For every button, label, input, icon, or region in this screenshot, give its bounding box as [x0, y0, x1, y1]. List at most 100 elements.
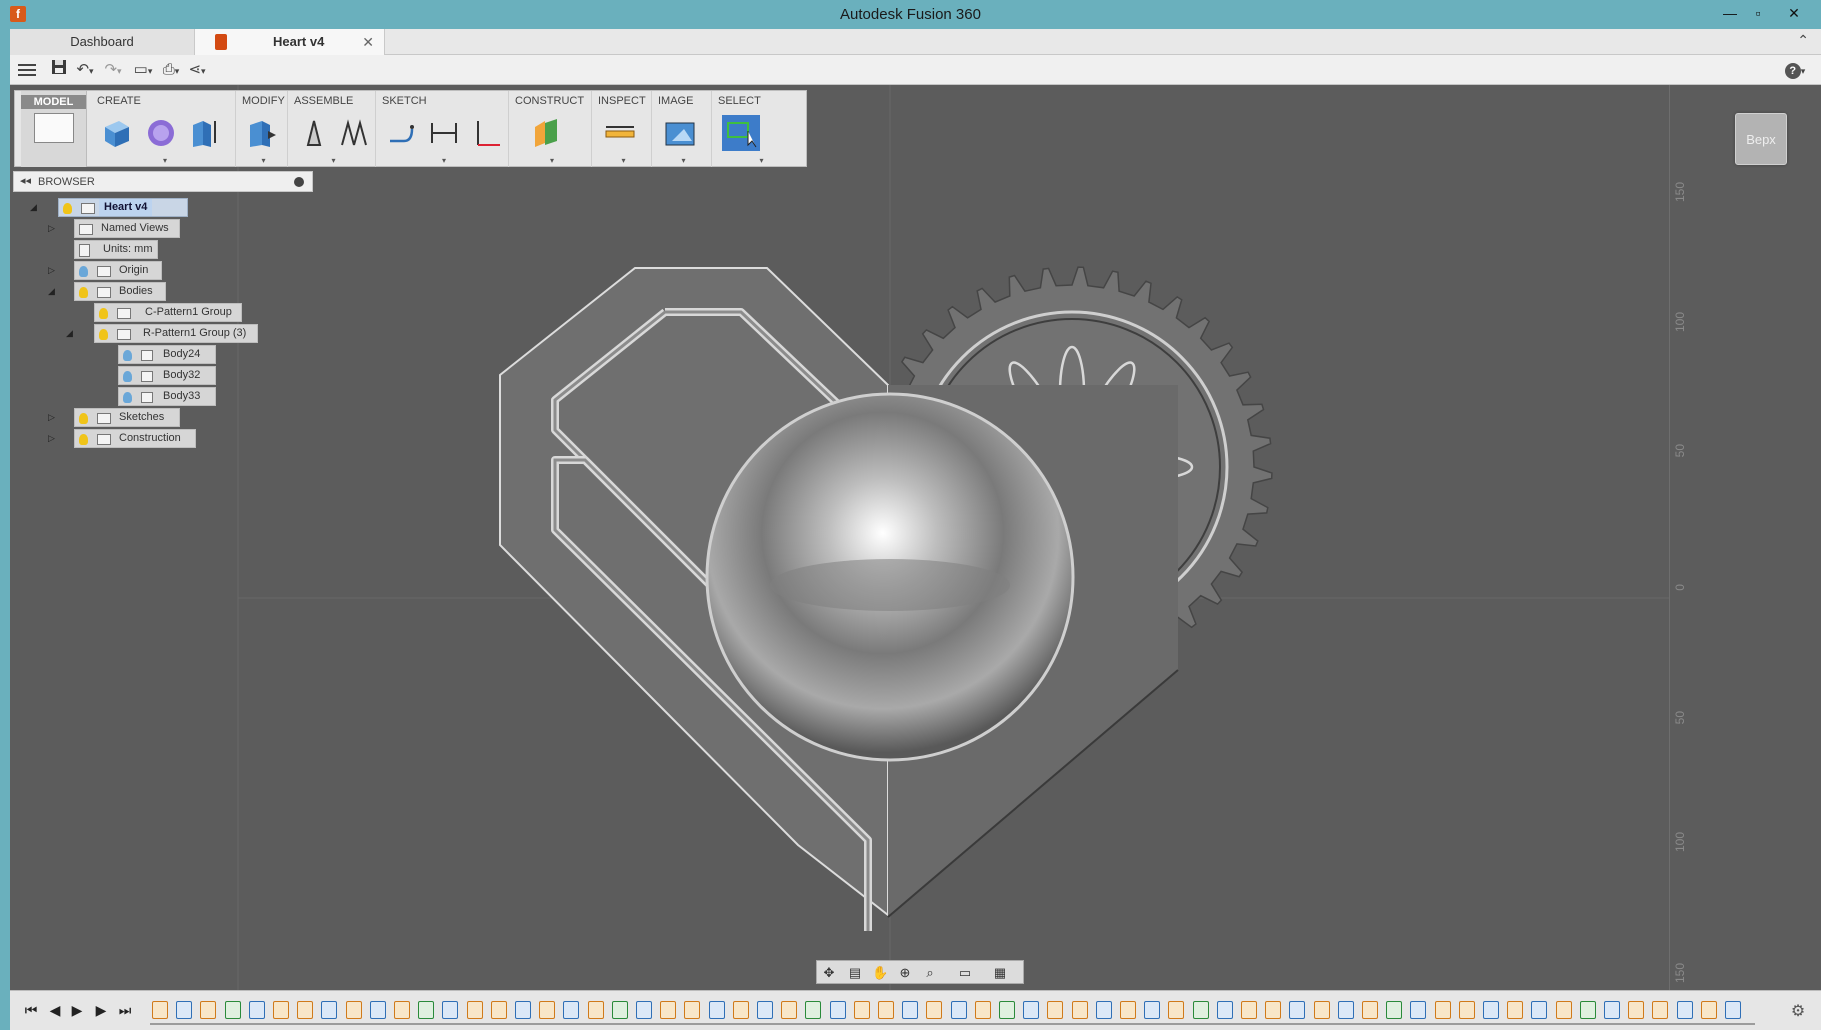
- timeline-feature[interactable]: [611, 1001, 628, 1019]
- help-icon[interactable]: ? ▾: [1784, 59, 1806, 81]
- timeline-feature[interactable]: [1241, 1001, 1257, 1019]
- timeline-feature[interactable]: [1458, 1001, 1475, 1019]
- tree-node-heart-v4[interactable]: ◢ Heart v4: [30, 197, 190, 217]
- inspect-dropdown-icon[interactable]: ▾: [622, 156, 626, 165]
- workspace-switcher[interactable]: MODEL: [21, 91, 87, 167]
- construct-dropdown-icon[interactable]: ▾: [550, 156, 554, 165]
- timeline-feature[interactable]: [466, 1001, 483, 1019]
- press-pull-icon[interactable]: [246, 117, 278, 149]
- timeline-feature[interactable]: [1071, 1001, 1088, 1019]
- select-icon[interactable]: [722, 115, 760, 151]
- inspect-group[interactable]: INSPECT ▾: [592, 91, 652, 167]
- timeline-feature[interactable]: [926, 1001, 943, 1019]
- timeline-feature[interactable]: [345, 1001, 362, 1019]
- timeline-feature[interactable]: [878, 1001, 894, 1019]
- fit-icon[interactable]: ⌕: [922, 965, 938, 981]
- tree-node-c-pattern1-group[interactable]: C-Pattern1 Group: [82, 302, 242, 322]
- share-icon[interactable]: ⋖▾: [186, 59, 208, 81]
- close-window-button[interactable]: ✕: [1780, 2, 1808, 24]
- tree-node-body32[interactable]: Body32: [110, 365, 220, 385]
- timeline-feature[interactable]: [708, 1001, 725, 1019]
- sketch-constraint-icon[interactable]: [470, 117, 502, 149]
- timeline-feature[interactable]: [684, 1001, 701, 1019]
- assemble-group[interactable]: ASSEMBLE ▾: [288, 91, 376, 167]
- as-built-joint-icon[interactable]: [338, 117, 370, 149]
- timeline-feature[interactable]: [490, 1001, 507, 1019]
- timeline-feature[interactable]: [974, 1001, 991, 1019]
- create-dropdown-icon[interactable]: ▾: [163, 156, 167, 165]
- close-tab-icon[interactable]: ✕: [362, 29, 374, 55]
- select-group[interactable]: SELECT ▾: [712, 91, 807, 167]
- collapse-arrow-icon[interactable]: ◢: [66, 328, 76, 338]
- visibility-bulb-icon[interactable]: [79, 266, 88, 277]
- file-menu-icon[interactable]: ⎙▾: [160, 59, 182, 81]
- timeline-feature[interactable]: [176, 1001, 193, 1019]
- tree-node-body24[interactable]: Body24: [110, 344, 220, 364]
- dimension-icon[interactable]: [428, 117, 460, 149]
- view-cube[interactable]: Верх: [1735, 113, 1787, 165]
- timeline-feature[interactable]: [1265, 1001, 1282, 1019]
- step-back-icon[interactable]: ◀: [46, 1001, 64, 1019]
- timeline-feature[interactable]: [587, 1001, 604, 1019]
- undo-icon[interactable]: ↶▾: [74, 59, 96, 81]
- save-icon[interactable]: [48, 59, 70, 81]
- tree-node-bodies[interactable]: ◢ Bodies: [48, 281, 208, 301]
- timeline-feature[interactable]: [660, 1001, 677, 1019]
- tree-node-body33[interactable]: Body33: [110, 386, 220, 406]
- data-panel-menu-icon[interactable]: [18, 61, 36, 77]
- timeline-feature[interactable]: [1628, 1001, 1645, 1019]
- zoom-icon[interactable]: ⊕: [897, 965, 913, 981]
- tab-heart-v4[interactable]: Heart v4 ✕: [195, 29, 385, 55]
- timeline-feature[interactable]: [1700, 1001, 1717, 1019]
- expand-arrow-icon[interactable]: ▷: [48, 223, 58, 233]
- play-icon[interactable]: ▶: [68, 1001, 86, 1019]
- visibility-bulb-icon[interactable]: [79, 287, 88, 298]
- timeline-feature[interactable]: [539, 1001, 556, 1019]
- redo-icon[interactable]: ↷▾: [102, 59, 124, 81]
- construct-group[interactable]: CONSTRUCT ▾: [509, 91, 592, 167]
- expand-arrow-icon[interactable]: ▷: [48, 433, 58, 443]
- offset-plane-icon[interactable]: [531, 117, 563, 149]
- display-settings-icon[interactable]: ▭: [957, 965, 973, 981]
- visibility-bulb-icon[interactable]: [79, 413, 88, 424]
- expand-arrow-icon[interactable]: ▷: [48, 412, 58, 422]
- capture-image-icon[interactable]: [664, 117, 696, 149]
- timeline-feature[interactable]: [515, 1001, 531, 1019]
- timeline-feature[interactable]: [563, 1001, 580, 1019]
- measure-icon[interactable]: [604, 117, 636, 149]
- timeline-feature[interactable]: [805, 1001, 822, 1019]
- tree-node-origin[interactable]: ▷ Origin: [48, 260, 208, 280]
- collapse-browser-icon[interactable]: ◂◂: [20, 174, 31, 187]
- tree-node-named-views[interactable]: ▷ Named Views: [48, 218, 208, 238]
- pan-icon[interactable]: ✋: [872, 965, 888, 981]
- model-scene[interactable]: [10, 85, 1821, 990]
- timeline-feature[interactable]: [1725, 1001, 1741, 1019]
- timeline-feature[interactable]: [1047, 1001, 1064, 1019]
- timeline-feature[interactable]: [224, 1001, 241, 1019]
- joint-icon[interactable]: [298, 117, 330, 149]
- timeline-feature[interactable]: [1676, 1001, 1693, 1019]
- timeline-feature[interactable]: [1410, 1001, 1427, 1019]
- maximize-button[interactable]: ▫: [1744, 2, 1772, 24]
- go-to-end-icon[interactable]: ⏭: [116, 1001, 134, 1019]
- visibility-bulb-icon[interactable]: [123, 350, 132, 361]
- timeline-feature[interactable]: [394, 1001, 410, 1019]
- timeline-feature[interactable]: [1652, 1001, 1669, 1019]
- modify-dropdown-icon[interactable]: ▾: [262, 156, 266, 165]
- select-dropdown-icon[interactable]: ▾: [760, 156, 764, 165]
- visibility-bulb-icon[interactable]: [123, 392, 132, 403]
- timeline-feature[interactable]: [321, 1001, 338, 1019]
- timeline-feature[interactable]: [152, 1001, 168, 1019]
- timeline-feature[interactable]: [1023, 1001, 1040, 1019]
- image-group[interactable]: IMAGE ▾: [652, 91, 712, 167]
- browser-pin-icon[interactable]: [294, 177, 304, 187]
- timeline-feature[interactable]: [1604, 1001, 1620, 1019]
- timeline-feature[interactable]: [273, 1001, 289, 1019]
- visibility-bulb-icon[interactable]: [99, 329, 108, 340]
- create-group[interactable]: CREATE ▾: [91, 91, 236, 167]
- timeline-feature[interactable]: [1095, 1001, 1112, 1019]
- step-forward-icon[interactable]: ▶: [92, 1001, 110, 1019]
- grid-settings-icon[interactable]: ▦: [992, 965, 1008, 981]
- timeline-feature[interactable]: [1289, 1001, 1306, 1019]
- job-status-icon[interactable]: ▭▾: [132, 59, 154, 81]
